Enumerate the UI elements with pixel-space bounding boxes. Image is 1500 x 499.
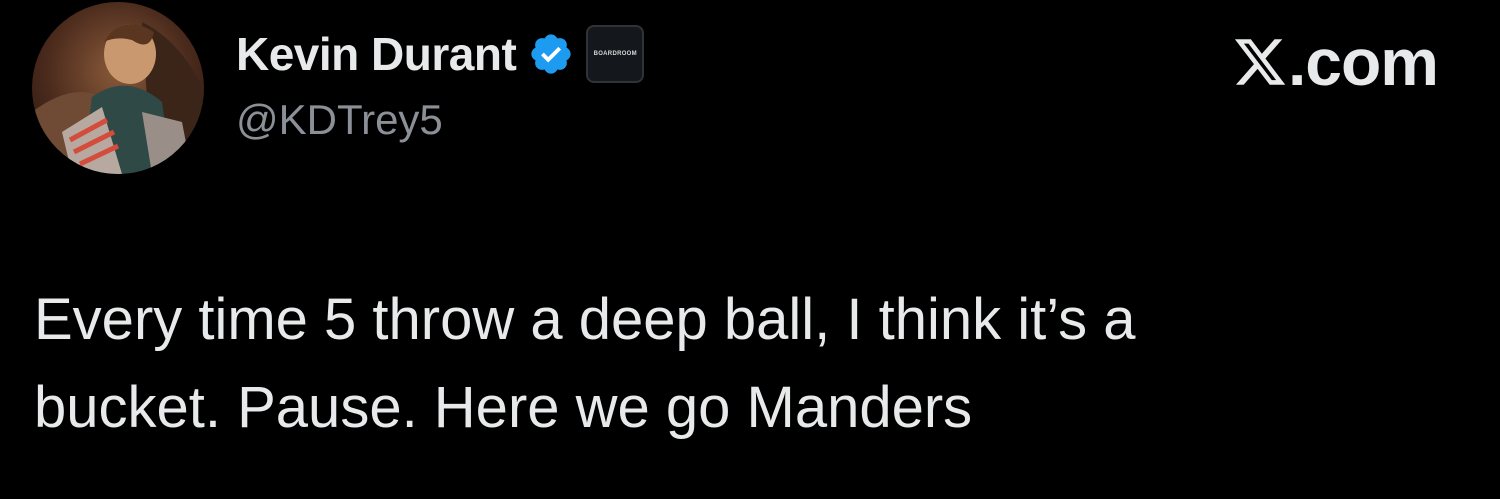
verified-badge-icon[interactable]	[528, 31, 574, 77]
profile-avatar-image	[32, 2, 204, 174]
author-display-name[interactable]: Kevin Durant	[236, 27, 517, 81]
x-logo-icon	[1232, 34, 1288, 90]
profile-avatar[interactable]	[32, 2, 204, 174]
affiliation-badge[interactable]: BOARDROOM	[586, 25, 645, 83]
brand-domain-text: .com	[1287, 25, 1439, 99]
author-handle[interactable]: @KDTrey5	[236, 96, 443, 144]
author-name-row: Kevin Durant BOARDROOM	[236, 24, 645, 84]
tweet-body-text: Every time 5 throw a deep ball, I think …	[34, 287, 1136, 440]
brand-watermark: .com	[1232, 25, 1439, 99]
